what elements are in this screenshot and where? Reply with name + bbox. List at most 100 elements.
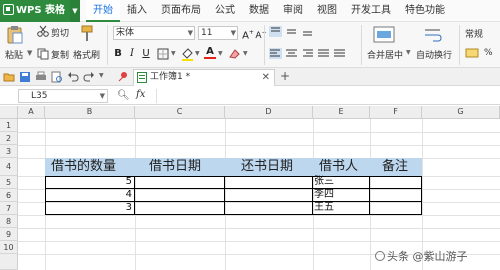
cell-borrow-date-row5[interactable] xyxy=(135,176,225,189)
number-format-select[interactable]: 常规 xyxy=(465,27,483,40)
name-box[interactable]: L35 ▼ xyxy=(18,89,108,103)
pin-icon[interactable] xyxy=(116,71,128,83)
tab-home[interactable]: 开始 xyxy=(86,0,120,22)
app-menu-dropdown-icon[interactable]: ▼ xyxy=(70,0,80,22)
print-icon[interactable] xyxy=(35,71,47,83)
tab-developer[interactable]: 开发工具 xyxy=(344,0,398,22)
cell-note-row6[interactable] xyxy=(370,189,422,202)
wrap-text-label[interactable]: 自动换行 xyxy=(416,48,452,61)
tab-formulas[interactable]: 公式 xyxy=(208,0,242,22)
font-size-select[interactable]: 11 ▼ xyxy=(198,26,238,40)
align-bottom-icon[interactable] xyxy=(301,26,314,37)
paste-dropdown-icon[interactable]: ▼ xyxy=(27,49,32,57)
customize-toolbar-icon[interactable]: ▼ xyxy=(99,72,104,79)
row-header-6[interactable]: 6 xyxy=(0,189,18,202)
distribute-icon[interactable] xyxy=(333,48,346,59)
cell-borrow-date-row6[interactable] xyxy=(135,189,225,202)
cell-borrow-date-row7[interactable] xyxy=(135,202,225,215)
cell-return-date-row7[interactable] xyxy=(225,202,313,215)
decrease-font-icon[interactable]: A− xyxy=(255,26,267,41)
increase-font-icon[interactable]: A+ xyxy=(242,26,254,41)
chevron-down-icon[interactable]: ▼ xyxy=(406,49,411,56)
copy-label[interactable]: 复制 xyxy=(51,48,69,61)
row-header-3[interactable]: 3 xyxy=(0,145,18,158)
fill-color-icon[interactable] xyxy=(181,47,194,61)
formula-input[interactable] xyxy=(156,89,496,103)
cut-label[interactable]: 剪切 xyxy=(51,26,69,39)
search-icon[interactable]: 🔍︎ xyxy=(117,90,130,101)
chevron-down-icon[interactable]: ▼ xyxy=(171,50,176,57)
wrap-text-icon[interactable] xyxy=(423,26,443,43)
document-tab[interactable]: 工作簿1 * ✕ xyxy=(133,69,275,86)
cell-borrower-row7[interactable]: 王五 xyxy=(313,202,370,215)
align-center-icon[interactable] xyxy=(285,48,298,59)
cell-borrower-row6[interactable]: 李四 xyxy=(313,189,370,202)
new-tab-icon[interactable]: + xyxy=(280,69,290,83)
chevron-down-icon[interactable]: ▼ xyxy=(195,50,200,57)
tab-view[interactable]: 视图 xyxy=(310,0,344,22)
border-icon[interactable] xyxy=(157,48,169,60)
align-top-icon[interactable] xyxy=(269,26,282,37)
save-icon[interactable] xyxy=(19,71,31,83)
percent-icon[interactable]: % xyxy=(484,48,493,58)
cell-note-row7[interactable] xyxy=(370,202,422,215)
row-header-2[interactable]: 2 xyxy=(0,132,18,145)
row-header-4[interactable]: 4 xyxy=(0,158,18,176)
print-preview-icon[interactable] xyxy=(51,71,63,83)
bold-icon[interactable]: B xyxy=(112,47,124,60)
merge-center-icon[interactable] xyxy=(373,26,395,43)
tab-review[interactable]: 审阅 xyxy=(276,0,310,22)
column-header-g[interactable]: G xyxy=(422,106,500,119)
tab-data[interactable]: 数据 xyxy=(242,0,276,22)
close-icon[interactable]: ✕ xyxy=(262,70,270,85)
header-cell-note[interactable]: 备注 xyxy=(370,158,422,176)
italic-icon[interactable]: I xyxy=(126,47,138,60)
justify-icon[interactable] xyxy=(317,48,330,59)
spreadsheet-grid[interactable]: A B C D E F G 1 2 3 4 5 6 7 8 9 10 借书的数量… xyxy=(0,106,500,270)
row-header-9[interactable]: 9 xyxy=(0,228,18,241)
tab-special[interactable]: 特色功能 xyxy=(398,0,452,22)
font-color-icon[interactable]: A xyxy=(204,46,216,59)
paste-label[interactable]: 粘贴 xyxy=(5,48,23,61)
column-header-b[interactable]: B xyxy=(45,106,135,119)
currency-icon[interactable] xyxy=(465,46,479,60)
clear-format-icon[interactable] xyxy=(228,47,241,60)
cell-note-row5[interactable] xyxy=(370,176,422,189)
format-painter-icon[interactable] xyxy=(80,25,94,43)
cell-return-date-row5[interactable] xyxy=(225,176,313,189)
tab-page-layout[interactable]: 页面布局 xyxy=(154,0,208,22)
chevron-down-icon[interactable]: ▼ xyxy=(218,50,223,57)
cut-icon[interactable] xyxy=(37,25,49,37)
undo-icon[interactable] xyxy=(67,71,79,83)
merge-center-label[interactable]: 合并居中 xyxy=(367,48,403,61)
align-middle-icon[interactable] xyxy=(285,26,298,37)
cell-return-date-row6[interactable] xyxy=(225,189,313,202)
font-name-select[interactable]: 宋体 ▼ xyxy=(113,26,195,40)
header-cell-borrow-date[interactable]: 借书日期 xyxy=(135,158,225,176)
redo-icon[interactable] xyxy=(83,71,95,83)
select-all-corner[interactable] xyxy=(0,106,18,119)
cell-qty-row5[interactable]: 5 xyxy=(45,176,135,189)
header-cell-borrower[interactable]: 借书人 xyxy=(313,158,370,176)
function-icon[interactable]: fx xyxy=(136,89,145,100)
underline-icon[interactable]: U xyxy=(140,47,152,60)
paste-icon[interactable] xyxy=(6,25,24,45)
column-header-a[interactable]: A xyxy=(18,106,45,119)
row-header-7[interactable]: 7 xyxy=(0,202,18,215)
chevron-down-icon[interactable]: ▼ xyxy=(243,50,248,57)
open-folder-icon[interactable] xyxy=(3,71,15,83)
column-header-e[interactable]: E xyxy=(313,106,370,119)
row-header-1[interactable]: 1 xyxy=(0,119,18,132)
row-header-5[interactable]: 5 xyxy=(0,176,18,189)
cell-qty-row6[interactable]: 4 xyxy=(45,189,135,202)
copy-icon[interactable] xyxy=(37,48,49,60)
row-header-10[interactable]: 10 xyxy=(0,241,18,254)
align-left-icon[interactable] xyxy=(269,48,282,59)
column-header-d[interactable]: D xyxy=(225,106,313,119)
header-cell-quantity[interactable]: 借书的数量 xyxy=(45,158,135,176)
column-header-c[interactable]: C xyxy=(135,106,225,119)
align-right-icon[interactable] xyxy=(301,48,314,59)
row-header-8[interactable]: 8 xyxy=(0,215,18,228)
tab-insert[interactable]: 插入 xyxy=(120,0,154,22)
cell-borrower-row5[interactable]: 张三 xyxy=(313,176,370,189)
